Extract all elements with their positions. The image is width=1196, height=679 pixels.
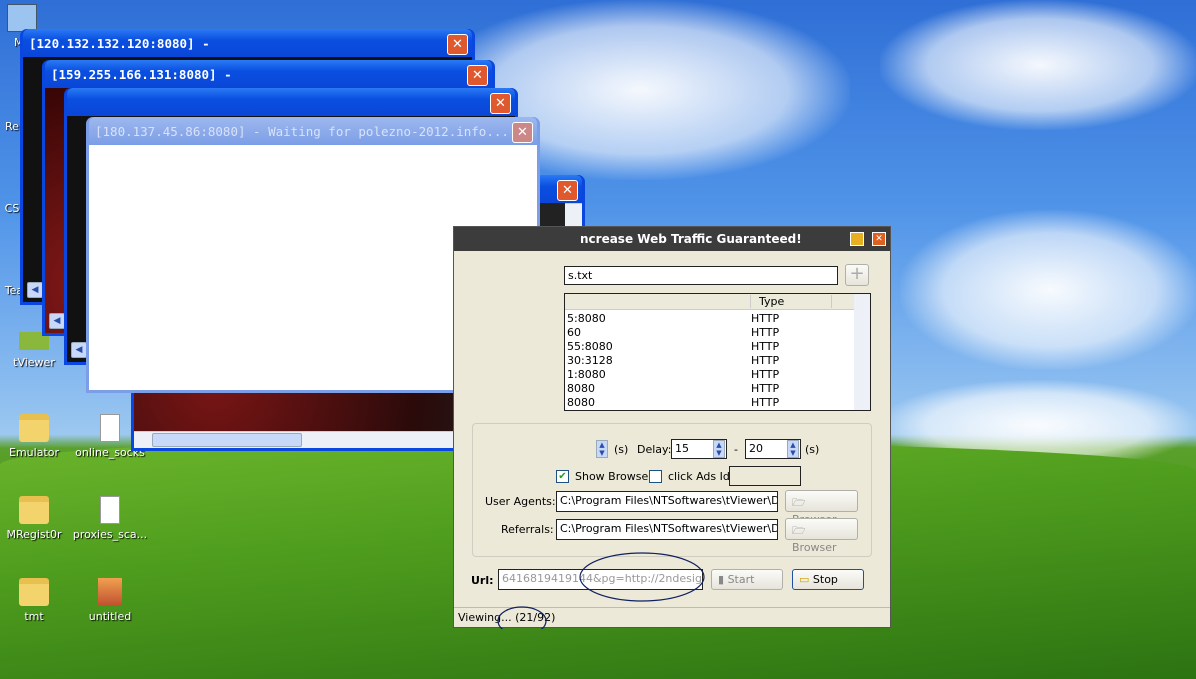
document-icon (100, 414, 120, 442)
proxy-row[interactable]: 8080 HTTP (565, 382, 870, 396)
desktop-icon-emulator[interactable]: Emulator (0, 414, 74, 459)
icon-label: Emulator (9, 446, 59, 459)
user-agents-label: User Agents: (485, 495, 556, 508)
icon-label: tViewer (13, 356, 55, 369)
column-header-type[interactable]: Type (750, 295, 832, 308)
proxy-row[interactable]: 5:8080 HTTP (565, 312, 870, 326)
close-button[interactable]: ✕ (467, 65, 488, 86)
status-text: Viewing... (21/92) (458, 611, 556, 624)
proxy-row[interactable]: 60 HTTP (565, 326, 870, 340)
seconds-label: (s) (614, 443, 629, 456)
folder-icon: 🗁 (792, 496, 806, 509)
icon-label: CS (4, 202, 20, 215)
folder-icon: 🗁 (792, 524, 806, 537)
referrals-input[interactable]: C:\Program Files\NTSoftwares\tViewer\Dat… (556, 519, 778, 540)
window-title: [120.132.132.120:8080] - (23, 29, 472, 57)
user-agents-input[interactable]: C:\Program Files\NTSoftwares\tViewer\Dat… (556, 491, 778, 512)
window-title: [180.137.45.86:8080] - Waiting for polez… (89, 117, 537, 145)
proxy-type: HTTP (751, 396, 780, 409)
ads-id-input[interactable] (729, 466, 801, 486)
proxy-row[interactable]: 55:8080 HTTP (565, 340, 870, 354)
desktop-icon-untitled[interactable]: untitled (70, 578, 150, 623)
icon-label: untitled (88, 610, 132, 623)
desktop-icon-proxies[interactable]: proxies_sca... (70, 496, 150, 541)
close-button[interactable]: ✕ (512, 122, 533, 143)
button-label: Start (727, 573, 755, 586)
referrals-browse-button[interactable]: 🗁 Browser (785, 518, 858, 554)
window-title (67, 88, 515, 116)
stop-icon: ▭ (799, 573, 810, 586)
icon-label: tmt (24, 610, 44, 623)
proxy-type: HTTP (751, 312, 780, 325)
show-browser-label: Show Browser (575, 470, 653, 483)
scroll-left-arrow[interactable]: ◀ (27, 282, 43, 298)
proxy-type: HTTP (751, 368, 780, 381)
chart-icon: ▮ (718, 573, 725, 586)
delay-label: Delay: (637, 443, 672, 456)
delay-min-spinner[interactable]: ▲ ▼ (713, 440, 725, 458)
close-button[interactable]: ✕ (490, 93, 511, 114)
proxy-row[interactable]: 8080 HTTP (565, 396, 870, 410)
status-bar: Viewing... (21/92) (454, 607, 890, 627)
app-title: ncrease Web Traffic Guaranteed! (580, 232, 802, 246)
proxy-address: 8080 (567, 382, 595, 395)
stop-button[interactable]: ▭ Stop (792, 569, 864, 590)
close-button[interactable]: ✕ (447, 34, 468, 55)
proxy-address: 30:3128 (567, 354, 613, 367)
proxy-address: 1:8080 (567, 368, 606, 381)
scroll-left-arrow[interactable]: ◀ (71, 342, 87, 358)
folder-icon (19, 414, 49, 442)
button-label: Browser (792, 541, 837, 554)
desktop-icon-mregist0r[interactable]: MRegist0r (0, 496, 74, 541)
proxy-address: 60 (567, 326, 581, 339)
proxy-type: HTTP (751, 326, 780, 339)
url-input[interactable]: 6416819419144&pg=http://2ndesign.net/ (498, 569, 703, 590)
image-icon (98, 578, 122, 606)
proxy-address: 5:8080 (567, 312, 606, 325)
proxy-address: 55:8080 (567, 340, 613, 353)
desktop-icon-tmt[interactable]: tmt (0, 578, 74, 623)
click-ads-checkbox[interactable] (649, 470, 662, 483)
icon-label: proxies_sca... (72, 528, 148, 541)
spinner[interactable]: ▲ ▼ (596, 440, 608, 458)
list-scrollbar[interactable] (854, 294, 870, 410)
proxy-row[interactable]: 1:8080 HTTP (565, 368, 870, 382)
proxy-row[interactable]: 30:3128 HTTP (565, 354, 870, 368)
proxy-type: HTTP (751, 354, 780, 367)
add-button[interactable]: + (845, 264, 869, 286)
icon-label: Re (5, 120, 19, 133)
button-label: Stop (812, 573, 838, 586)
desktop-icon-tviewer[interactable]: tViewer (0, 332, 74, 369)
traffic-app-window[interactable]: ncrease Web Traffic Guaranteed! ✕ s.txt … (453, 226, 891, 629)
seconds-label: (s) (805, 443, 820, 456)
close-button[interactable]: ✕ (557, 180, 578, 201)
proxy-type: HTTP (751, 382, 780, 395)
document-icon (100, 496, 120, 524)
delay-max-spinner[interactable]: ▲ ▼ (787, 440, 799, 458)
proxy-address: 8080 (567, 396, 595, 409)
dash: - (734, 443, 738, 456)
proxy-type: HTTP (751, 340, 780, 353)
show-browser-checkbox[interactable]: ✔ (556, 470, 569, 483)
scroll-left-arrow[interactable]: ◀ (49, 313, 65, 329)
proxy-file-input[interactable]: s.txt (564, 266, 838, 285)
url-label: Url: (471, 574, 494, 587)
start-button[interactable]: ▮ Start (711, 569, 783, 590)
proxy-list[interactable]: Type 5:8080 HTTP 60 HTTP 55:8080 HTTP 30:3128 H… (564, 293, 871, 411)
folder-icon (19, 578, 49, 606)
icon-label: MRegist0r (6, 528, 62, 541)
folder-icon (19, 496, 49, 524)
referrals-label: Referrals: (501, 523, 554, 536)
click-ads-label: click Ads Id (668, 470, 730, 483)
window-title: [159.255.166.131:8080] - (45, 60, 492, 88)
user-agents-browse-button[interactable]: 🗁 Browser (785, 490, 858, 526)
close-button[interactable]: ✕ (872, 232, 886, 246)
minimize-button[interactable] (850, 232, 864, 246)
